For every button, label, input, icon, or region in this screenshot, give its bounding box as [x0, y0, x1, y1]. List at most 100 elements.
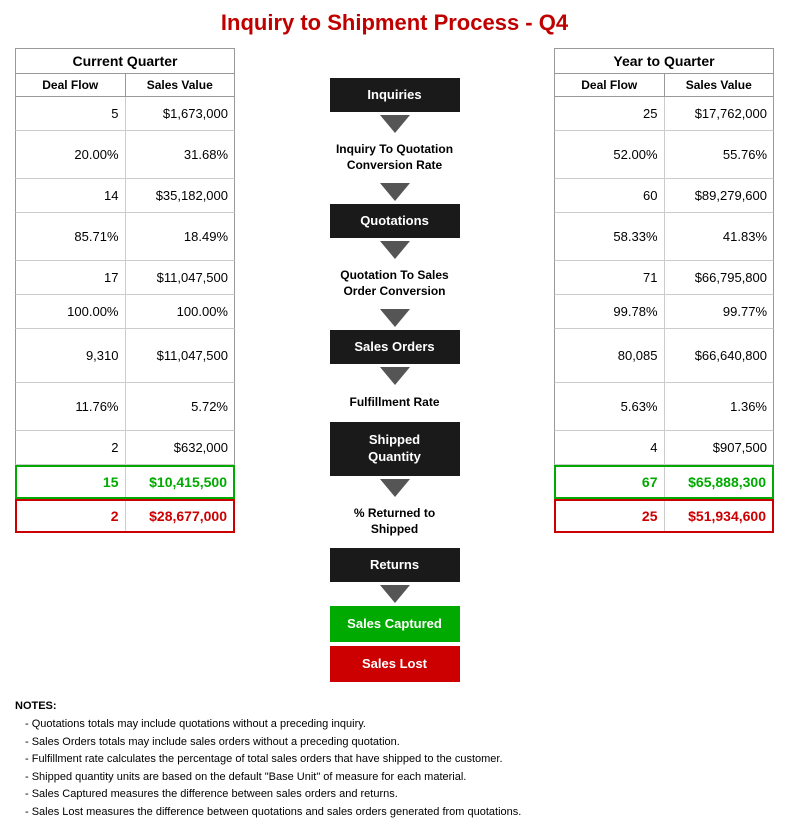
right-sales-value-cell: 99.77%	[665, 295, 774, 328]
center-btn-sales-orders[interactable]: Sales Orders	[330, 330, 460, 364]
center-btn-sales-captured[interactable]: Sales Captured	[330, 606, 460, 642]
left-panel-header: Current Quarter	[15, 48, 235, 74]
right-table-row: 5.63%1.36%	[554, 383, 774, 431]
left-deal-flow-cell: 85.71%	[16, 213, 126, 260]
left-col-headers: Deal Flow Sales Value	[15, 74, 235, 97]
right-table-row: 25$17,762,000	[554, 97, 774, 131]
right-sales-value-cell: $907,500	[665, 431, 774, 464]
left-table-row: 15$10,415,500	[15, 465, 235, 499]
left-deal-flow-cell: 14	[16, 179, 126, 212]
right-table-row: 80,085$66,640,800	[554, 329, 774, 383]
center-btn-quotations[interactable]: Quotations	[330, 204, 460, 238]
note-item: - Sales Captured measures the difference…	[25, 786, 774, 804]
right-deal-flow-cell: 99.78%	[555, 295, 665, 328]
center-btn-shipped-quantity[interactable]: Shipped Quantity	[330, 422, 460, 476]
center-items: Inquiries Inquiry To Quotation Conversion…	[330, 76, 460, 684]
right-sales-value-cell: 55.76%	[665, 131, 774, 178]
left-table-row: 17$11,047,500	[15, 261, 235, 295]
center-btn-inquiries[interactable]: Inquiries	[330, 78, 460, 112]
left-col2-header: Sales Value	[126, 74, 235, 96]
left-sales-value-cell: 18.49%	[126, 213, 235, 260]
note-item: - Quotations totals may include quotatio…	[25, 716, 774, 734]
left-sales-value-cell: $28,677,000	[126, 501, 234, 531]
notes-title: NOTES:	[15, 700, 774, 712]
right-table-row: 71$66,795,800	[554, 261, 774, 295]
left-table-row: 5$1,673,000	[15, 97, 235, 131]
left-table-row: 20.00%31.68%	[15, 131, 235, 179]
left-table-row: 2$28,677,000	[15, 499, 235, 533]
right-deal-flow-cell: 67	[556, 467, 665, 497]
right-rows: 25$17,762,00052.00%55.76%60$89,279,60058…	[554, 97, 774, 533]
center-btn-returns[interactable]: Returns	[330, 548, 460, 582]
right-sales-value-cell: $66,795,800	[665, 261, 774, 294]
right-sales-value-cell: $89,279,600	[665, 179, 774, 212]
left-table-row: 100.00%100.00%	[15, 295, 235, 329]
right-sales-value-cell: $51,934,600	[665, 501, 773, 531]
center-label: % Returned to Shipped	[350, 498, 439, 546]
right-sales-value-cell: $65,888,300	[665, 467, 773, 497]
arrow-down-icon	[380, 241, 410, 259]
left-sales-value-cell: $10,415,500	[126, 467, 234, 497]
center-label: Inquiry To Quotation Conversion Rate	[332, 134, 457, 182]
center-label: Fulfillment Rate	[345, 386, 443, 420]
left-col1-header: Deal Flow	[16, 74, 126, 96]
left-table-row: 14$35,182,000	[15, 179, 235, 213]
right-col1-header: Deal Flow	[555, 74, 665, 96]
right-col-headers: Deal Flow Sales Value	[554, 74, 774, 97]
right-table-row: 99.78%99.77%	[554, 295, 774, 329]
right-deal-flow-cell: 58.33%	[555, 213, 665, 260]
left-table-row: 9,310$11,047,500	[15, 329, 235, 383]
right-table-row: 67$65,888,300	[554, 465, 774, 499]
left-deal-flow-cell: 5	[16, 97, 126, 130]
left-panel: Current Quarter Deal Flow Sales Value 5$…	[15, 48, 235, 533]
right-sales-value-cell: 41.83%	[665, 213, 774, 260]
arrow-down-icon	[380, 115, 410, 133]
right-table-row: 4$907,500	[554, 431, 774, 465]
right-table-row: 25$51,934,600	[554, 499, 774, 533]
right-deal-flow-cell: 80,085	[555, 329, 665, 382]
right-deal-flow-cell: 25	[556, 501, 665, 531]
right-deal-flow-cell: 60	[555, 179, 665, 212]
right-deal-flow-cell: 25	[555, 97, 665, 130]
left-table-row: 2$632,000	[15, 431, 235, 465]
right-panel: Year to Quarter Deal Flow Sales Value 25…	[554, 48, 774, 533]
left-sales-value-cell: $11,047,500	[126, 261, 235, 294]
center-btn-sales-lost[interactable]: Sales Lost	[330, 646, 460, 682]
note-item: - Fulfillment rate calculates the percen…	[25, 751, 774, 769]
left-sales-value-cell: $1,673,000	[126, 97, 235, 130]
arrow-down-icon	[380, 183, 410, 201]
arrow-down-icon	[380, 479, 410, 497]
left-sales-value-cell: $632,000	[126, 431, 235, 464]
page-title: Inquiry to Shipment Process - Q4	[15, 10, 774, 36]
right-deal-flow-cell: 4	[555, 431, 665, 464]
left-deal-flow-cell: 17	[16, 261, 126, 294]
left-table-row: 85.71%18.49%	[15, 213, 235, 261]
main-layout: Current Quarter Deal Flow Sales Value 5$…	[15, 48, 774, 684]
right-table-row: 60$89,279,600	[554, 179, 774, 213]
left-deal-flow-cell: 2	[17, 501, 126, 531]
left-deal-flow-cell: 15	[17, 467, 126, 497]
left-sales-value-cell: 31.68%	[126, 131, 235, 178]
right-sales-value-cell: $17,762,000	[665, 97, 774, 130]
right-deal-flow-cell: 52.00%	[555, 131, 665, 178]
left-deal-flow-cell: 9,310	[16, 329, 126, 382]
right-col2-header: Sales Value	[665, 74, 774, 96]
right-sales-value-cell: $66,640,800	[665, 329, 774, 382]
notes-items: - Quotations totals may include quotatio…	[15, 716, 774, 822]
center-label: Quotation To Sales Order Conversion	[336, 260, 452, 308]
left-sales-value-cell: 5.72%	[126, 383, 235, 430]
right-sales-value-cell: 1.36%	[665, 383, 774, 430]
right-table-row: 52.00%55.76%	[554, 131, 774, 179]
left-sales-value-cell: $11,047,500	[126, 329, 235, 382]
arrow-down-icon	[380, 367, 410, 385]
right-deal-flow-cell: 5.63%	[555, 383, 665, 430]
left-sales-value-cell: 100.00%	[126, 295, 235, 328]
center-col: Inquiries Inquiry To Quotation Conversion…	[317, 48, 472, 684]
left-sales-value-cell: $35,182,000	[126, 179, 235, 212]
note-item: - Sales Lost measures the difference bet…	[25, 804, 774, 822]
note-item: - Sales Orders totals may include sales …	[25, 734, 774, 752]
left-deal-flow-cell: 20.00%	[16, 131, 126, 178]
arrow-down-icon	[380, 309, 410, 327]
left-deal-flow-cell: 11.76%	[16, 383, 126, 430]
left-deal-flow-cell: 2	[16, 431, 126, 464]
